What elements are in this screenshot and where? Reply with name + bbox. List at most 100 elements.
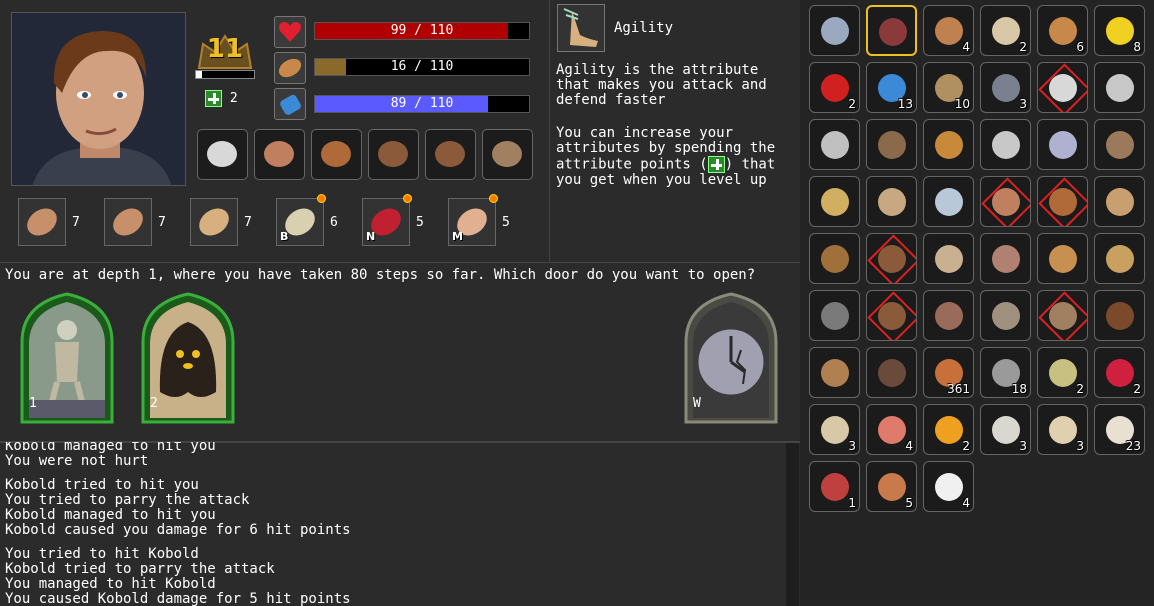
bread-icon[interactable]: 6 xyxy=(1037,5,1088,56)
amulet-icon[interactable] xyxy=(980,176,1031,227)
item-graphic xyxy=(821,302,849,330)
item-count: 13 xyxy=(897,97,913,111)
spellbook-icon[interactable] xyxy=(809,5,860,56)
vest-icon[interactable] xyxy=(1037,233,1088,284)
bones-icon[interactable]: B xyxy=(276,194,326,246)
potion-icon[interactable]: 13 xyxy=(866,62,917,113)
leather-boots-icon[interactable] xyxy=(482,129,533,180)
long-knife-icon[interactable] xyxy=(923,176,974,227)
leather-boots-icon[interactable] xyxy=(1037,290,1088,341)
dexterity-icon[interactable] xyxy=(104,198,152,246)
spine-icon[interactable]: 3 xyxy=(980,404,1031,455)
item-graphic xyxy=(992,188,1020,216)
stone-icon[interactable]: 18 xyxy=(980,347,1031,398)
mattock-icon[interactable] xyxy=(1094,119,1145,170)
skull-icon[interactable]: 3 xyxy=(809,404,860,455)
divider xyxy=(0,262,800,263)
item-graphic xyxy=(878,416,906,444)
leather-helmet-icon[interactable] xyxy=(1037,176,1088,227)
eyeball-icon[interactable]: 4 xyxy=(866,404,917,455)
inventory-panel: 4 2 6 8 2 13 10 3 361 18 2 2 3 4 2 3 3 23 1 5 4 xyxy=(800,0,1154,606)
item-graphic xyxy=(879,18,907,46)
leather-gloves-icon[interactable] xyxy=(425,129,476,180)
shirt-icon[interactable] xyxy=(1094,233,1145,284)
scimitar-icon[interactable] xyxy=(197,129,248,180)
door-w[interactable]: W xyxy=(683,292,779,425)
pickaxe-icon[interactable] xyxy=(866,119,917,170)
character-portrait xyxy=(11,12,186,186)
item-count: 2 xyxy=(962,439,970,453)
item-graphic xyxy=(1106,74,1134,102)
bone-icon[interactable]: 23 xyxy=(1094,404,1145,455)
heart-icon[interactable]: N xyxy=(362,194,412,246)
egg-icon[interactable]: 2 xyxy=(980,5,1031,56)
backpack-icon[interactable]: 3 xyxy=(980,62,1031,113)
door-2[interactable]: 2 xyxy=(140,292,236,425)
item-graphic xyxy=(992,131,1020,159)
log-line: Kobold tried to hit you xyxy=(5,477,199,493)
leather-gloves-icon[interactable] xyxy=(866,290,917,341)
level-number: 11 xyxy=(206,34,244,64)
item-graphic xyxy=(1106,188,1134,216)
dragon-eye-icon[interactable]: 2 xyxy=(923,404,974,455)
kris-icon[interactable] xyxy=(809,176,860,227)
daisy-icon[interactable]: 4 xyxy=(923,461,974,512)
item-count: 10 xyxy=(954,97,970,111)
log-entry: You tried to hit Kobold Kobold tried to p… xyxy=(5,547,785,606)
leather-armor-icon[interactable] xyxy=(866,233,917,284)
cleaver-icon[interactable] xyxy=(809,119,860,170)
info-hint-part3: you get when you level up xyxy=(556,172,767,188)
cube-icon[interactable]: 2 xyxy=(1037,347,1088,398)
pouch-icon[interactable]: 10 xyxy=(923,62,974,113)
drumstick-icon[interactable]: 4 xyxy=(923,5,974,56)
curved-blade-icon[interactable] xyxy=(1037,119,1088,170)
journal-icon[interactable] xyxy=(866,5,917,56)
tall-boots-icon[interactable] xyxy=(809,347,860,398)
item-count: 3 xyxy=(1076,439,1084,453)
log-line: Kobold managed to hit you xyxy=(5,507,216,523)
knife-icon[interactable] xyxy=(980,119,1031,170)
hunting-knife-icon[interactable] xyxy=(866,176,917,227)
linen-shirt-icon[interactable] xyxy=(923,233,974,284)
fang-icon[interactable]: 3 xyxy=(1037,404,1088,455)
torch-icon[interactable] xyxy=(923,119,974,170)
plus-icon xyxy=(205,90,222,107)
bracers-icon[interactable] xyxy=(809,290,860,341)
dagger-icon[interactable] xyxy=(1094,62,1145,113)
item-graphic xyxy=(821,74,849,102)
heart-organ-icon[interactable]: 2 xyxy=(1094,347,1145,398)
log-line: You were not hurt xyxy=(5,453,149,469)
cloth-pants-icon[interactable] xyxy=(980,290,1031,341)
item-graphic xyxy=(1049,17,1077,45)
worm-icon[interactable]: 1 xyxy=(809,461,860,512)
log-line: You tried to parry the attack xyxy=(5,492,250,508)
tunic-icon[interactable] xyxy=(980,233,1031,284)
amulet-icon[interactable] xyxy=(254,129,305,180)
item-graphic xyxy=(821,17,849,45)
item-count: 1 xyxy=(848,496,856,510)
work-boots-icon[interactable] xyxy=(866,347,917,398)
item-graphic xyxy=(1049,74,1077,102)
door-1[interactable]: 1 xyxy=(19,292,115,425)
coin-icon[interactable]: 361 xyxy=(923,347,974,398)
scimitar-icon[interactable] xyxy=(1037,62,1088,113)
leather-armor-icon[interactable] xyxy=(368,129,419,180)
leather-helmet-icon[interactable] xyxy=(311,129,362,180)
leather-hat-icon[interactable] xyxy=(809,233,860,284)
log-entry: Kobold tried to hit you You tried to parr… xyxy=(5,478,785,538)
attribute-value: 7 xyxy=(72,215,80,230)
eye-icon[interactable]: M xyxy=(448,194,498,246)
apple-icon[interactable]: 2 xyxy=(809,62,860,113)
agility-icon[interactable] xyxy=(190,198,238,246)
item-graphic xyxy=(935,416,963,444)
brown-boots-icon[interactable] xyxy=(1094,290,1145,341)
log-line: Kobold tried to parry the attack xyxy=(5,561,275,577)
trousers-icon[interactable] xyxy=(923,290,974,341)
strength-icon[interactable] xyxy=(18,198,66,246)
mushroom-icon[interactable]: 5 xyxy=(866,461,917,512)
bronze-helmet-icon[interactable] xyxy=(1094,176,1145,227)
log-scrollbar[interactable] xyxy=(786,443,799,606)
item-graphic xyxy=(1106,17,1134,45)
banana-icon[interactable]: 8 xyxy=(1094,5,1145,56)
attribute-value: 6 xyxy=(330,215,338,230)
